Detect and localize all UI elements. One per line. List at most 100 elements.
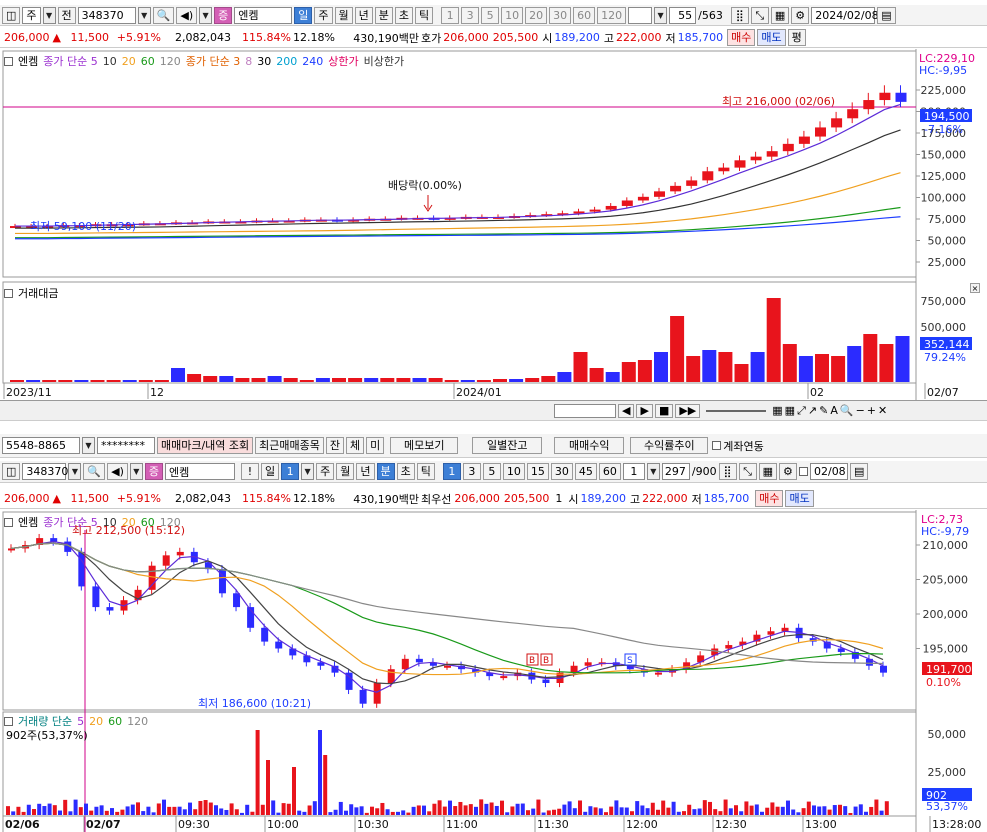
buy-button[interactable]: 매수 [755,490,784,507]
count-input[interactable]: 297 [661,463,690,480]
calendar-icon[interactable]: ▤ [877,6,896,24]
count-input[interactable]: 55 [669,6,697,24]
interval-input[interactable]: 1 [622,463,645,480]
line-tool-icon[interactable]: ⤢ [797,404,806,418]
interval-120-button[interactable]: 120 [597,6,627,24]
daily-chart[interactable]: 225,000200,000175,000150,000125,000100,0… [0,49,987,401]
password-input[interactable]: ******** [97,437,155,454]
close-icon[interactable]: × [970,283,980,293]
zoom-slider[interactable] [706,409,767,412]
interval-1-button[interactable]: 1 [442,463,461,480]
interval-60-button[interactable]: 60 [573,6,596,24]
code-dropdown-icon[interactable]: ▼ [68,463,82,480]
period-second-tab[interactable]: 초 [394,6,413,24]
interval-10-button[interactable]: 10 [501,6,524,24]
prev-button[interactable]: 전 [57,6,76,24]
play-icon[interactable]: ▶ [636,403,653,418]
interval-3-button[interactable]: 3 [462,463,481,480]
alert-button[interactable]: ! [241,463,259,480]
filled-button[interactable]: 체 [346,437,365,454]
account-number[interactable]: 5548-8865 [2,437,80,454]
minute-chart[interactable]: 210,000205,000200,000195,000최고 212,500 (… [0,510,987,832]
window-icon[interactable]: ◫ [2,6,21,24]
interval-15-button[interactable]: 15 [526,463,549,480]
interval-45-button[interactable]: 45 [574,463,597,480]
period-day-tab[interactable]: 일 [261,463,280,480]
date-input[interactable]: 2024/02/08 [811,6,879,24]
interval-20-button[interactable]: 20 [525,6,548,24]
interval-input[interactable] [628,6,653,24]
period-month-tab[interactable]: 월 [334,6,353,24]
interval-dropdown-icon[interactable]: ▼ [654,6,668,24]
yield-trend-button[interactable]: 수익률추이 [630,437,709,454]
eval-button[interactable]: 평 [787,29,806,46]
speaker-dropdown-icon[interactable]: ▼ [129,463,143,480]
text-tool-icon[interactable]: A [830,404,838,417]
speaker-icon[interactable]: ◀) [176,6,198,24]
volume-checkbox[interactable] [4,288,13,298]
compare-icon[interactable]: ▦ [785,404,795,417]
settings-icon[interactable]: ⚙ [778,463,797,480]
balance-button[interactable]: 잔 [325,437,345,454]
chart-copy-icon[interactable]: ▦ [758,463,777,480]
buy-button[interactable]: 매수 [727,29,756,46]
search-icon[interactable]: 🔍 [83,463,106,480]
close-icon[interactable]: ✕ [878,404,887,417]
layout-icon[interactable]: ▦ [772,404,782,417]
interval-1-button[interactable]: 1 [441,6,460,24]
period-year-tab[interactable]: 년 [356,463,375,480]
interval-3-button[interactable]: 3 [461,6,480,24]
scroll-thumb[interactable] [554,403,616,418]
date-input[interactable]: 02/08 [809,463,848,480]
sell-button[interactable]: 매도 [785,490,814,507]
market-select[interactable]: 주 [22,6,41,24]
period-second-tab[interactable]: 초 [396,463,415,480]
period-tick-tab[interactable]: 틱 [415,6,434,24]
period-week-tab[interactable]: 주 [316,463,335,480]
period-month-tab[interactable]: 월 [336,463,355,480]
unfilled-button[interactable]: 미 [366,437,385,454]
account-dropdown-icon[interactable]: ▼ [82,437,95,454]
minus-icon[interactable]: − [856,404,865,417]
stop-icon[interactable]: ■ [654,403,674,418]
recent-trades-button[interactable]: 최근매매종목 [255,437,324,454]
calendar-icon[interactable]: ▤ [849,463,869,480]
period-minute-tab[interactable]: 분 [374,6,393,24]
speaker-dropdown-icon[interactable]: ▼ [199,6,213,24]
sell-button[interactable]: 매도 [757,29,786,46]
period-count-select[interactable]: 1 [281,463,300,480]
trade-mark-button[interactable]: 매매마크/내역 조회 [157,437,254,454]
chart-copy-icon[interactable]: ▦ [770,6,790,24]
arrow-tool-icon[interactable]: ↗ [808,404,817,417]
volume-checkbox[interactable] [4,716,13,726]
search-icon[interactable]: 🔍 [152,6,175,24]
period-year-tab[interactable]: 년 [354,6,373,24]
code-dropdown-icon[interactable]: ▼ [137,6,151,24]
draw-tool-icon[interactable]: ✎ [819,404,828,417]
speaker-icon[interactable]: ◀) [107,463,128,480]
interval-5-button[interactable]: 5 [481,6,500,24]
stock-name-field[interactable]: 엔켐 [165,463,235,480]
market-dropdown-icon[interactable]: ▼ [42,6,56,24]
stock-code-input[interactable]: 348370 [77,6,136,24]
date-checkbox[interactable] [798,467,808,476]
fast-forward-icon[interactable]: ▶▶ [675,403,701,418]
interval-5-button[interactable]: 5 [482,463,501,480]
grid-icon[interactable]: ⣿ [718,463,737,480]
stock-code-input[interactable]: 348370 [22,463,68,480]
tool-icon[interactable]: ⤡ [738,463,757,480]
tool-icon[interactable]: ⤡ [750,6,769,24]
trade-profit-button[interactable]: 매매수익 [554,437,625,454]
scroll-left-icon[interactable]: ◀ [618,403,635,418]
zoom-in-icon[interactable]: 🔍 [840,404,854,417]
interval-60-button[interactable]: 60 [598,463,621,480]
interval-30-button[interactable]: 30 [550,463,573,480]
period-tick-tab[interactable]: 틱 [416,463,435,480]
window-icon[interactable]: ◫ [2,463,21,480]
period-week-tab[interactable]: 주 [314,6,333,24]
plus-icon[interactable]: + [867,404,876,417]
grid-icon[interactable]: ⣿ [730,6,749,24]
account-link-checkbox[interactable] [712,441,722,450]
daily-balance-button[interactable]: 일별잔고 [472,437,543,454]
interval-dropdown-icon[interactable]: ▼ [646,463,660,480]
